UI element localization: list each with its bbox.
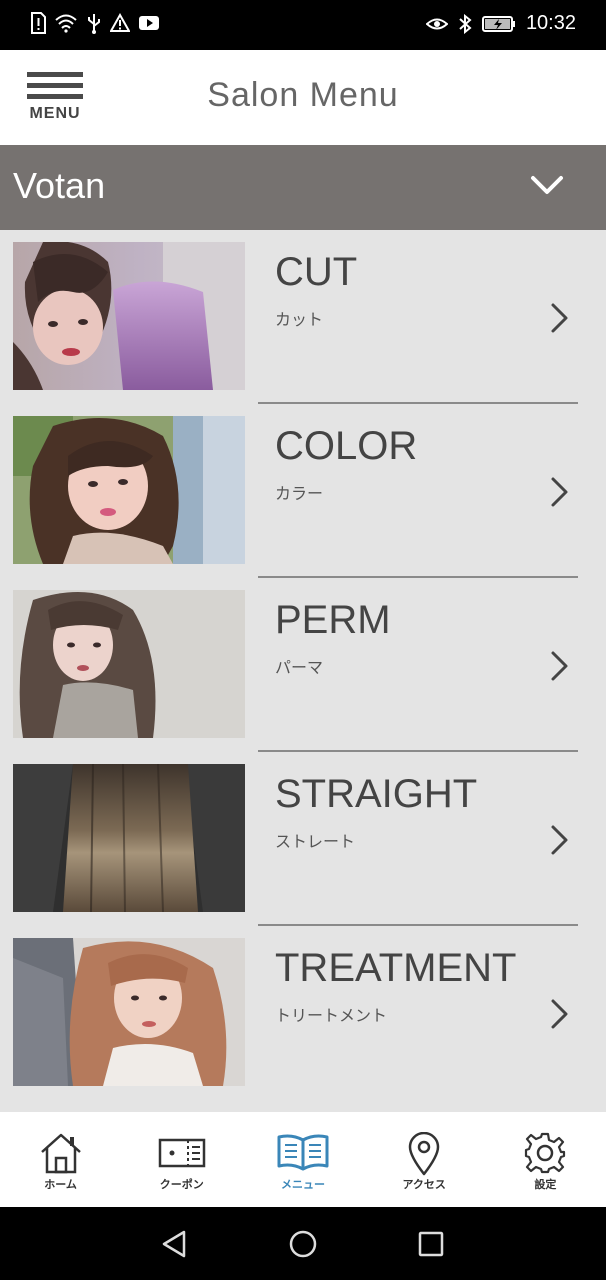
home-icon — [39, 1132, 83, 1178]
wifi-icon — [54, 13, 78, 33]
bottom-tab-bar: ホーム クーポン メニュー アクセス 設定 — [0, 1112, 606, 1207]
chevron-right-icon — [549, 998, 571, 1034]
location-pin-icon — [407, 1131, 441, 1180]
tab-menu[interactable]: メニュー — [242, 1112, 363, 1207]
menu-item-subtitle: トリートメント — [275, 1006, 388, 1025]
menu-item-title: TREATMENT — [275, 946, 517, 990]
tab-label: アクセス — [402, 1178, 446, 1191]
tab-label: ホーム — [44, 1178, 77, 1191]
menu-item-subtitle: ストレート — [275, 832, 356, 851]
color-thumbnail-image — [13, 416, 245, 564]
gear-icon — [524, 1132, 566, 1178]
tab-home[interactable]: ホーム — [0, 1112, 121, 1207]
chevron-right-icon — [549, 302, 571, 338]
menu-item-straight[interactable]: STRAIGHT ストレート — [0, 752, 606, 926]
tab-coupon[interactable]: クーポン — [121, 1112, 242, 1207]
status-time: 10:32 — [525, 12, 576, 34]
recents-icon[interactable] — [417, 1229, 445, 1263]
bluetooth-icon — [458, 13, 472, 34]
cut-thumbnail-image — [13, 242, 245, 390]
menu-item-treatment[interactable]: TREATMENT トリートメント — [0, 926, 606, 1100]
menu-item-subtitle: パーマ — [275, 658, 324, 677]
menu-item-title: PERM — [275, 598, 391, 642]
chevron-right-icon — [549, 476, 571, 512]
salon-name: Votan — [13, 165, 106, 206]
status-left-icons — [30, 12, 160, 34]
app-header: MENU Salon Menu — [0, 50, 606, 145]
straight-thumbnail-image — [13, 764, 245, 912]
home-circle-icon[interactable] — [288, 1229, 318, 1263]
eye-icon — [425, 15, 448, 33]
menu-item-title: COLOR — [275, 424, 418, 468]
menu-item-title: CUT — [275, 250, 358, 294]
menu-item-cut[interactable]: CUT カット — [0, 230, 606, 404]
youtube-icon — [138, 14, 160, 32]
chevron-right-icon — [549, 824, 571, 860]
menu-item-perm[interactable]: PERM パーマ — [0, 578, 606, 752]
tab-access[interactable]: アクセス — [364, 1112, 485, 1207]
perm-thumbnail-image — [13, 590, 245, 738]
chevron-down-icon — [530, 175, 564, 201]
status-right-icons: 10:32 — [425, 12, 576, 35]
book-icon — [276, 1132, 330, 1178]
menu-item-subtitle: カラー — [275, 484, 324, 503]
tab-label: クーポン — [159, 1178, 204, 1191]
chevron-right-icon — [549, 650, 571, 686]
sim-alert-icon — [30, 12, 46, 34]
battery-charging-icon — [481, 15, 516, 33]
tab-label: メニュー — [281, 1178, 325, 1191]
menu-item-subtitle: カット — [275, 310, 324, 329]
warning-icon — [110, 13, 130, 33]
usb-icon — [86, 12, 102, 34]
page-title: Salon Menu — [207, 76, 399, 114]
treatment-thumbnail-image — [13, 938, 245, 1086]
tab-label: 設定 — [534, 1178, 557, 1191]
salon-selector[interactable]: Votan — [0, 145, 606, 230]
system-navigation-bar — [0, 1207, 606, 1280]
status-bar: 10:32 — [0, 0, 606, 50]
back-icon[interactable] — [160, 1229, 188, 1263]
tab-settings[interactable]: 設定 — [485, 1112, 606, 1207]
menu-item-color[interactable]: COLOR カラー — [0, 404, 606, 578]
coupon-icon — [158, 1132, 206, 1178]
menu-item-title: STRAIGHT — [275, 772, 478, 816]
